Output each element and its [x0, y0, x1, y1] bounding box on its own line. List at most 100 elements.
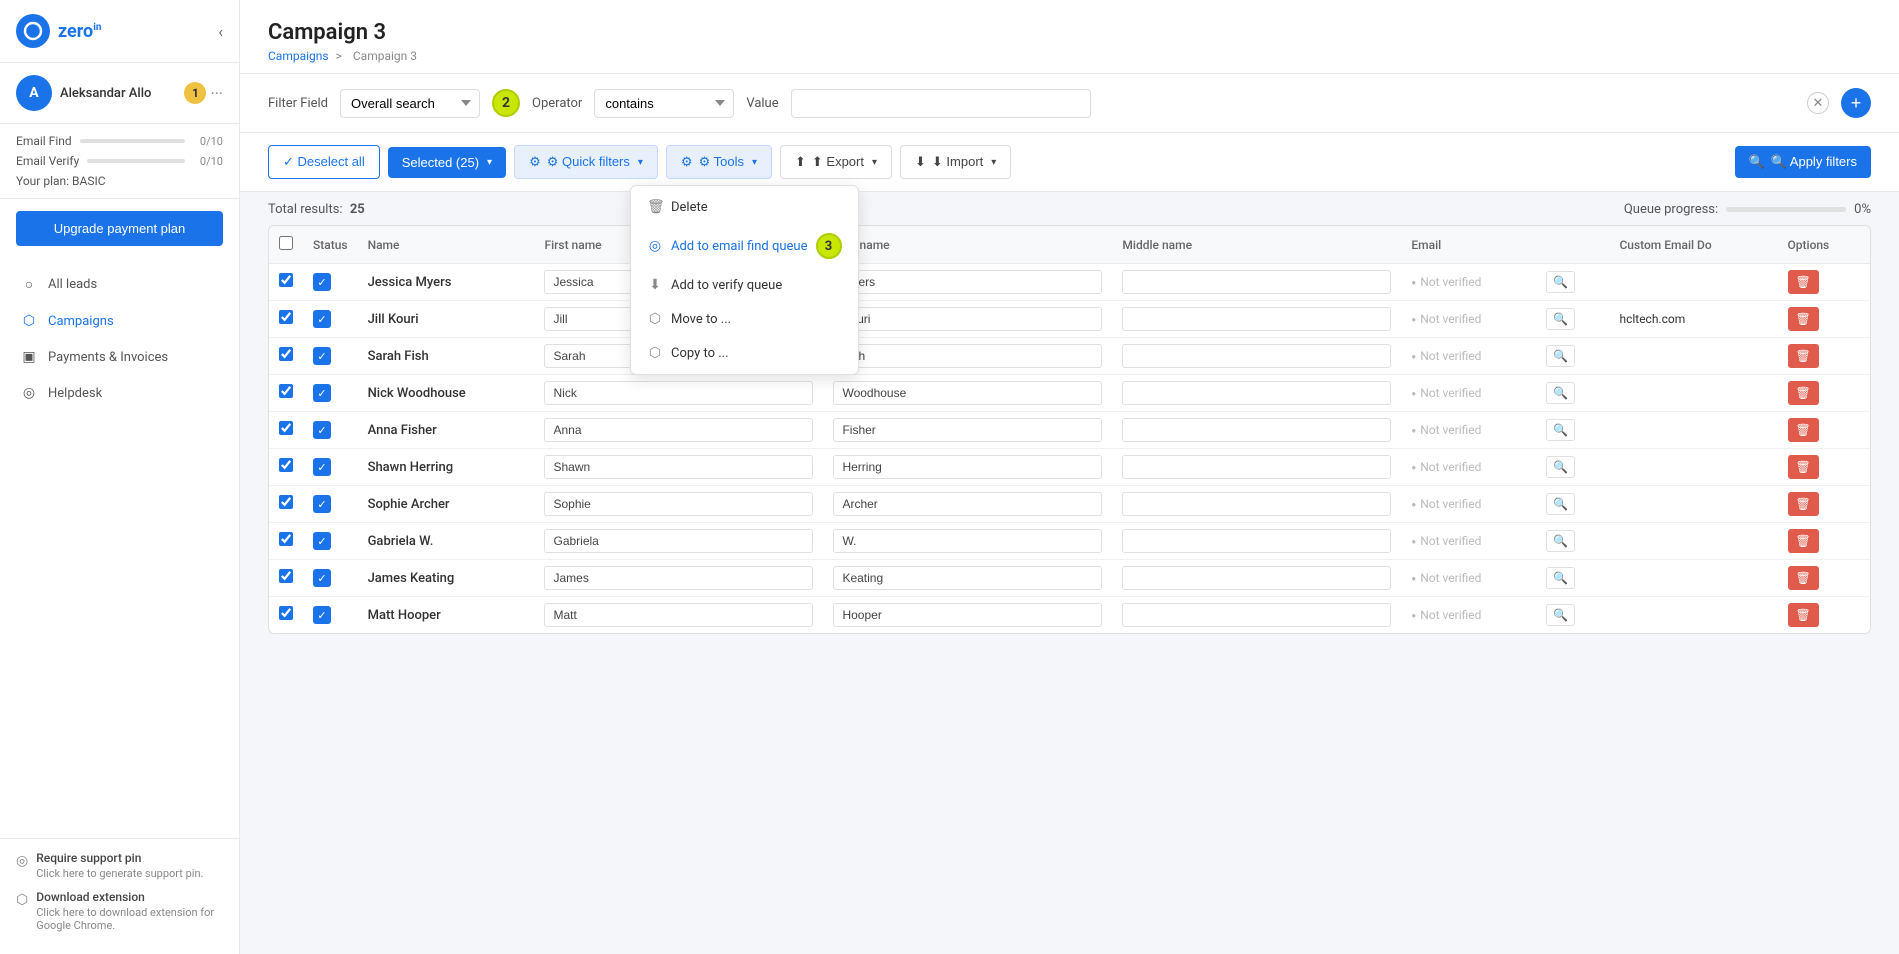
export-button[interactable]: ⬆ ⬆ Export ▾ — [780, 145, 892, 179]
quick-filters-button[interactable]: ⚙ ⚙ Quick filters ▾ — [514, 145, 658, 179]
tools-icon: ⚙ — [681, 154, 693, 170]
middle-name-field[interactable] — [1122, 381, 1391, 405]
selected-button[interactable]: Selected (25) ▾ — [388, 147, 506, 178]
row-checkbox[interactable] — [279, 606, 293, 620]
plan-label: Your plan: BASIC — [16, 174, 223, 188]
first-name-field[interactable] — [544, 418, 813, 442]
row-checkbox[interactable] — [279, 532, 293, 546]
dropdown-add-email-find[interactable]: ◎ Add to email find queue 3 — [631, 224, 858, 268]
last-name-field[interactable] — [833, 603, 1102, 627]
upgrade-button[interactable]: Upgrade payment plan — [16, 211, 223, 246]
sidebar-item-helpdesk[interactable]: ◎ Helpdesk — [0, 375, 239, 411]
delete-row-button[interactable]: 🗑 — [1788, 344, 1819, 368]
payments-icon: ▣ — [20, 349, 38, 365]
last-name-field[interactable] — [833, 307, 1102, 331]
delete-row-button[interactable]: 🗑 — [1788, 603, 1819, 627]
first-name-field[interactable] — [544, 492, 813, 516]
breadcrumb-link[interactable]: Campaigns — [268, 49, 329, 63]
search-email-button[interactable]: 🔍 — [1546, 530, 1575, 552]
download-ext-icon: ⬡ — [16, 892, 28, 908]
row-checkbox[interactable] — [279, 310, 293, 324]
dropdown-copy-to[interactable]: ⬡ Copy to ... — [631, 336, 858, 370]
filter-field-select[interactable]: Overall search — [340, 89, 480, 118]
logo-area: zeroin ‹ — [0, 0, 239, 63]
middle-name-field[interactable] — [1122, 492, 1391, 516]
middle-name-field[interactable] — [1122, 270, 1391, 294]
first-name-field[interactable] — [544, 566, 813, 590]
search-email-button[interactable]: 🔍 — [1546, 382, 1575, 404]
dropdown-add-verify[interactable]: ⬇ Add to verify queue — [631, 268, 858, 302]
last-name-field[interactable] — [833, 455, 1102, 479]
search-email-button[interactable]: 🔍 — [1546, 493, 1575, 515]
delete-row-button[interactable]: 🗑 — [1788, 381, 1819, 405]
sidebar-item-payments[interactable]: ▣ Payments & Invoices — [0, 339, 239, 375]
delete-row-button[interactable]: 🗑 — [1788, 492, 1819, 516]
sidebar: zeroin ‹ A Aleksandar Allo 1 ··· Email F… — [0, 0, 240, 954]
row-checkbox[interactable] — [279, 421, 293, 435]
back-button[interactable]: ‹ — [218, 22, 223, 41]
middle-name-field[interactable] — [1122, 566, 1391, 590]
first-name-field[interactable] — [544, 603, 813, 627]
delete-row-button[interactable]: 🗑 — [1788, 418, 1819, 442]
leads-table: Status Name First name Last name Middle … — [269, 226, 1870, 633]
row-checkbox[interactable] — [279, 347, 293, 361]
row-checkbox[interactable] — [279, 384, 293, 398]
sidebar-item-campaigns[interactable]: ⬡ Campaigns — [0, 303, 239, 339]
search-email-button[interactable]: 🔍 — [1546, 456, 1575, 478]
content-area: Total results: 25 Queue progress: 0% Sta… — [240, 192, 1899, 954]
tools-button[interactable]: ⚙ ⚙ Tools ▾ — [666, 145, 772, 179]
row-checkbox[interactable] — [279, 273, 293, 287]
user-actions: 1 ··· — [184, 82, 223, 104]
search-email-button[interactable]: 🔍 — [1546, 308, 1575, 330]
middle-name-field[interactable] — [1122, 344, 1391, 368]
first-name-field[interactable] — [544, 529, 813, 553]
user-menu-dots[interactable]: ··· — [210, 84, 223, 103]
row-checkbox[interactable] — [279, 569, 293, 583]
first-name-field[interactable] — [544, 455, 813, 479]
table-row: ✓ Gabriela W. Not verified 🔍 🗑 — [269, 523, 1870, 560]
last-name-field[interactable] — [833, 270, 1102, 294]
sidebar-item-all-leads[interactable]: ○ All leads — [0, 266, 239, 303]
table-row: ✓ Jill Kouri Not verified 🔍 hcltech.com … — [269, 301, 1870, 338]
first-name-field[interactable] — [544, 381, 813, 405]
middle-name-field[interactable] — [1122, 307, 1391, 331]
delete-row-button[interactable]: 🗑 — [1788, 307, 1819, 331]
delete-row-button[interactable]: 🗑 — [1788, 566, 1819, 590]
value-label: Value — [746, 96, 778, 111]
row-checkbox[interactable] — [279, 495, 293, 509]
custom-email-value: hcltech.com — [1619, 312, 1685, 326]
import-icon: ⬇ — [915, 154, 926, 170]
search-email-button[interactable]: 🔍 — [1546, 419, 1575, 441]
download-ext-item[interactable]: ⬡ Download extension Click here to downl… — [16, 890, 223, 932]
last-name-field[interactable] — [833, 418, 1102, 442]
lead-name: Jessica Myers — [368, 275, 452, 290]
support-pin-item[interactable]: ◎ Require support pin Click here to gene… — [16, 851, 223, 880]
import-button[interactable]: ⬇ ⬇ Import ▾ — [900, 145, 1011, 179]
last-name-field[interactable] — [833, 529, 1102, 553]
middle-name-field[interactable] — [1122, 603, 1391, 627]
select-all-checkbox[interactable] — [279, 236, 293, 250]
search-email-button[interactable]: 🔍 — [1546, 271, 1575, 293]
dropdown-delete[interactable]: 🗑 Delete — [631, 190, 858, 224]
dropdown-move-to[interactable]: ⬡ Move to ... — [631, 302, 858, 336]
delete-row-button[interactable]: 🗑 — [1788, 270, 1819, 294]
middle-name-field[interactable] — [1122, 418, 1391, 442]
operator-select[interactable]: contains — [594, 89, 734, 118]
last-name-field[interactable] — [833, 566, 1102, 590]
delete-row-button[interactable]: 🗑 — [1788, 455, 1819, 479]
filter-clear-button[interactable]: ✕ — [1807, 92, 1829, 114]
middle-name-field[interactable] — [1122, 455, 1391, 479]
filter-add-button[interactable]: + — [1841, 88, 1871, 118]
last-name-field[interactable] — [833, 381, 1102, 405]
search-email-button[interactable]: 🔍 — [1546, 567, 1575, 589]
last-name-field[interactable] — [833, 344, 1102, 368]
middle-name-field[interactable] — [1122, 529, 1391, 553]
deselect-all-button[interactable]: ✓ Deselect all — [268, 145, 380, 179]
search-email-button[interactable]: 🔍 — [1546, 604, 1575, 626]
row-checkbox[interactable] — [279, 458, 293, 472]
search-email-button[interactable]: 🔍 — [1546, 345, 1575, 367]
apply-filters-button[interactable]: 🔍 🔍 Apply filters — [1735, 146, 1871, 178]
delete-row-button[interactable]: 🗑 — [1788, 529, 1819, 553]
filter-value-input[interactable] — [791, 89, 1091, 118]
last-name-field[interactable] — [833, 492, 1102, 516]
